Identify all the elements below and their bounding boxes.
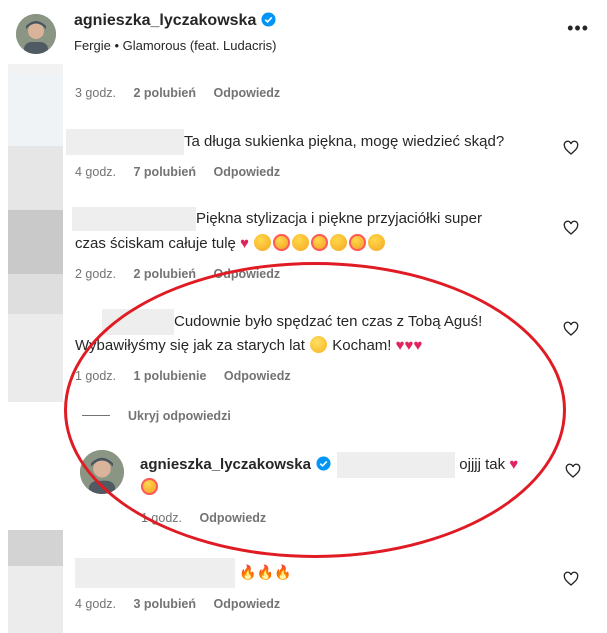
blurred-avatar-column [8,530,63,566]
verified-badge-icon [316,456,331,471]
verified-badge-icon [261,12,276,27]
heart-emoji: ♥ [395,337,405,354]
comment-meta: 4 godz. 7 polubień Odpowiedz [75,165,294,179]
comment-text-line2: czas ściskam całuje tulę ♥ [75,231,386,257]
kiss-emoji [292,234,310,251]
reply-time: 1 godz. [141,511,183,525]
comment-text: Cudownie było spędzać ten czas z Tobą Ag… [102,309,482,336]
reply-button[interactable]: Odpowiedz [224,369,291,383]
hide-replies-line [82,415,110,416]
kiss-emoji [368,234,386,251]
author-username[interactable]: agnieszka_lyczakowska [74,12,276,30]
comment-likes[interactable]: 3 polubień [134,597,197,611]
heart-eyes-emoji [273,234,291,251]
song-label[interactable]: Fergie • Glamorous (feat. Ludacris) [74,38,277,53]
comment-meta: 3 godz. 2 polubień Odpowiedz [75,86,294,100]
like-heart-icon[interactable] [563,140,579,156]
reply-button[interactable]: Odpowiedz [213,86,280,100]
reply-text: agnieszka_lyczakowska ojjjj tak ♥ [140,452,519,479]
heart-emoji: ♥ [240,235,249,252]
comment-likes[interactable]: 1 polubienie [134,369,207,383]
comment-text: Ta długa sukienka piękna, mogę wiedzieć … [66,129,504,156]
blurred-username [66,129,184,156]
heart-eyes-emoji [349,234,367,251]
fire-emoji: 🔥🔥🔥 [239,563,292,580]
comment-text: 🔥🔥🔥 [75,558,291,588]
blurred-avatar-column [8,314,63,402]
blurred-username [102,309,174,336]
comment-text: Piękna stylizacja i piękne przyjaciółki … [72,206,482,232]
comment-likes[interactable]: 2 polubień [134,86,197,100]
blurred-mention [337,452,456,479]
blurred-avatar-column [8,146,63,210]
like-heart-icon[interactable] [563,571,579,587]
comment-text-line2: Wybawiłyśmy się jak za starych lat Kocha… [75,336,423,354]
reply-meta: 1 godz. Odpowiedz [141,511,280,525]
reply-text-line2 [140,475,159,501]
avatar[interactable] [16,14,56,54]
blurred-avatar-column [8,566,63,633]
comment-likes[interactable]: 7 polubień [134,165,197,179]
like-heart-icon[interactable] [565,463,581,479]
reply-avatar[interactable] [80,450,124,494]
like-heart-icon[interactable] [563,220,579,236]
reply-button[interactable]: Odpowiedz [213,165,280,179]
heart-emoji: ♥ [509,456,519,473]
comment-meta: 2 godz. 2 polubień Odpowiedz [75,267,294,281]
comment-time: 4 godz. [75,597,117,611]
blurred-username [75,558,235,588]
heart-eyes-emoji [141,478,158,495]
blurred-username [72,207,196,232]
reply-button[interactable]: Odpowiedz [213,597,280,611]
more-options-icon[interactable]: ••• [567,18,589,39]
comment-time: 2 godz. [75,267,117,281]
heart-emoji: ♥ [413,337,423,354]
comment-meta: 4 godz. 3 polubień Odpowiedz [75,597,294,611]
kiss-emoji [254,234,272,251]
blurred-avatar-column [8,64,63,74]
comment-time: 4 godz. [75,165,117,179]
reply-username[interactable]: agnieszka_lyczakowska [140,456,311,473]
blurred-avatar-column [8,74,63,146]
blurred-avatar-column [8,274,63,314]
comment-likes[interactable]: 2 polubień [134,267,197,281]
blurred-avatar-column [8,210,63,274]
hide-replies-button[interactable]: Ukryj odpowiedzi [128,409,231,423]
comment-time: 1 godz. [75,369,117,383]
post-header: agnieszka_lyczakowska Fergie • Glamorous… [0,0,607,64]
reply-button[interactable]: Odpowiedz [200,511,267,525]
heart-eyes-emoji [311,234,329,251]
comment-meta: 1 godz. 1 polubienie Odpowiedz [75,369,305,383]
kiss-emoji [330,234,348,251]
comment-time: 3 godz. [75,86,117,100]
smile-emoji [310,336,328,353]
reply-button[interactable]: Odpowiedz [213,267,280,281]
like-heart-icon[interactable] [563,321,579,337]
